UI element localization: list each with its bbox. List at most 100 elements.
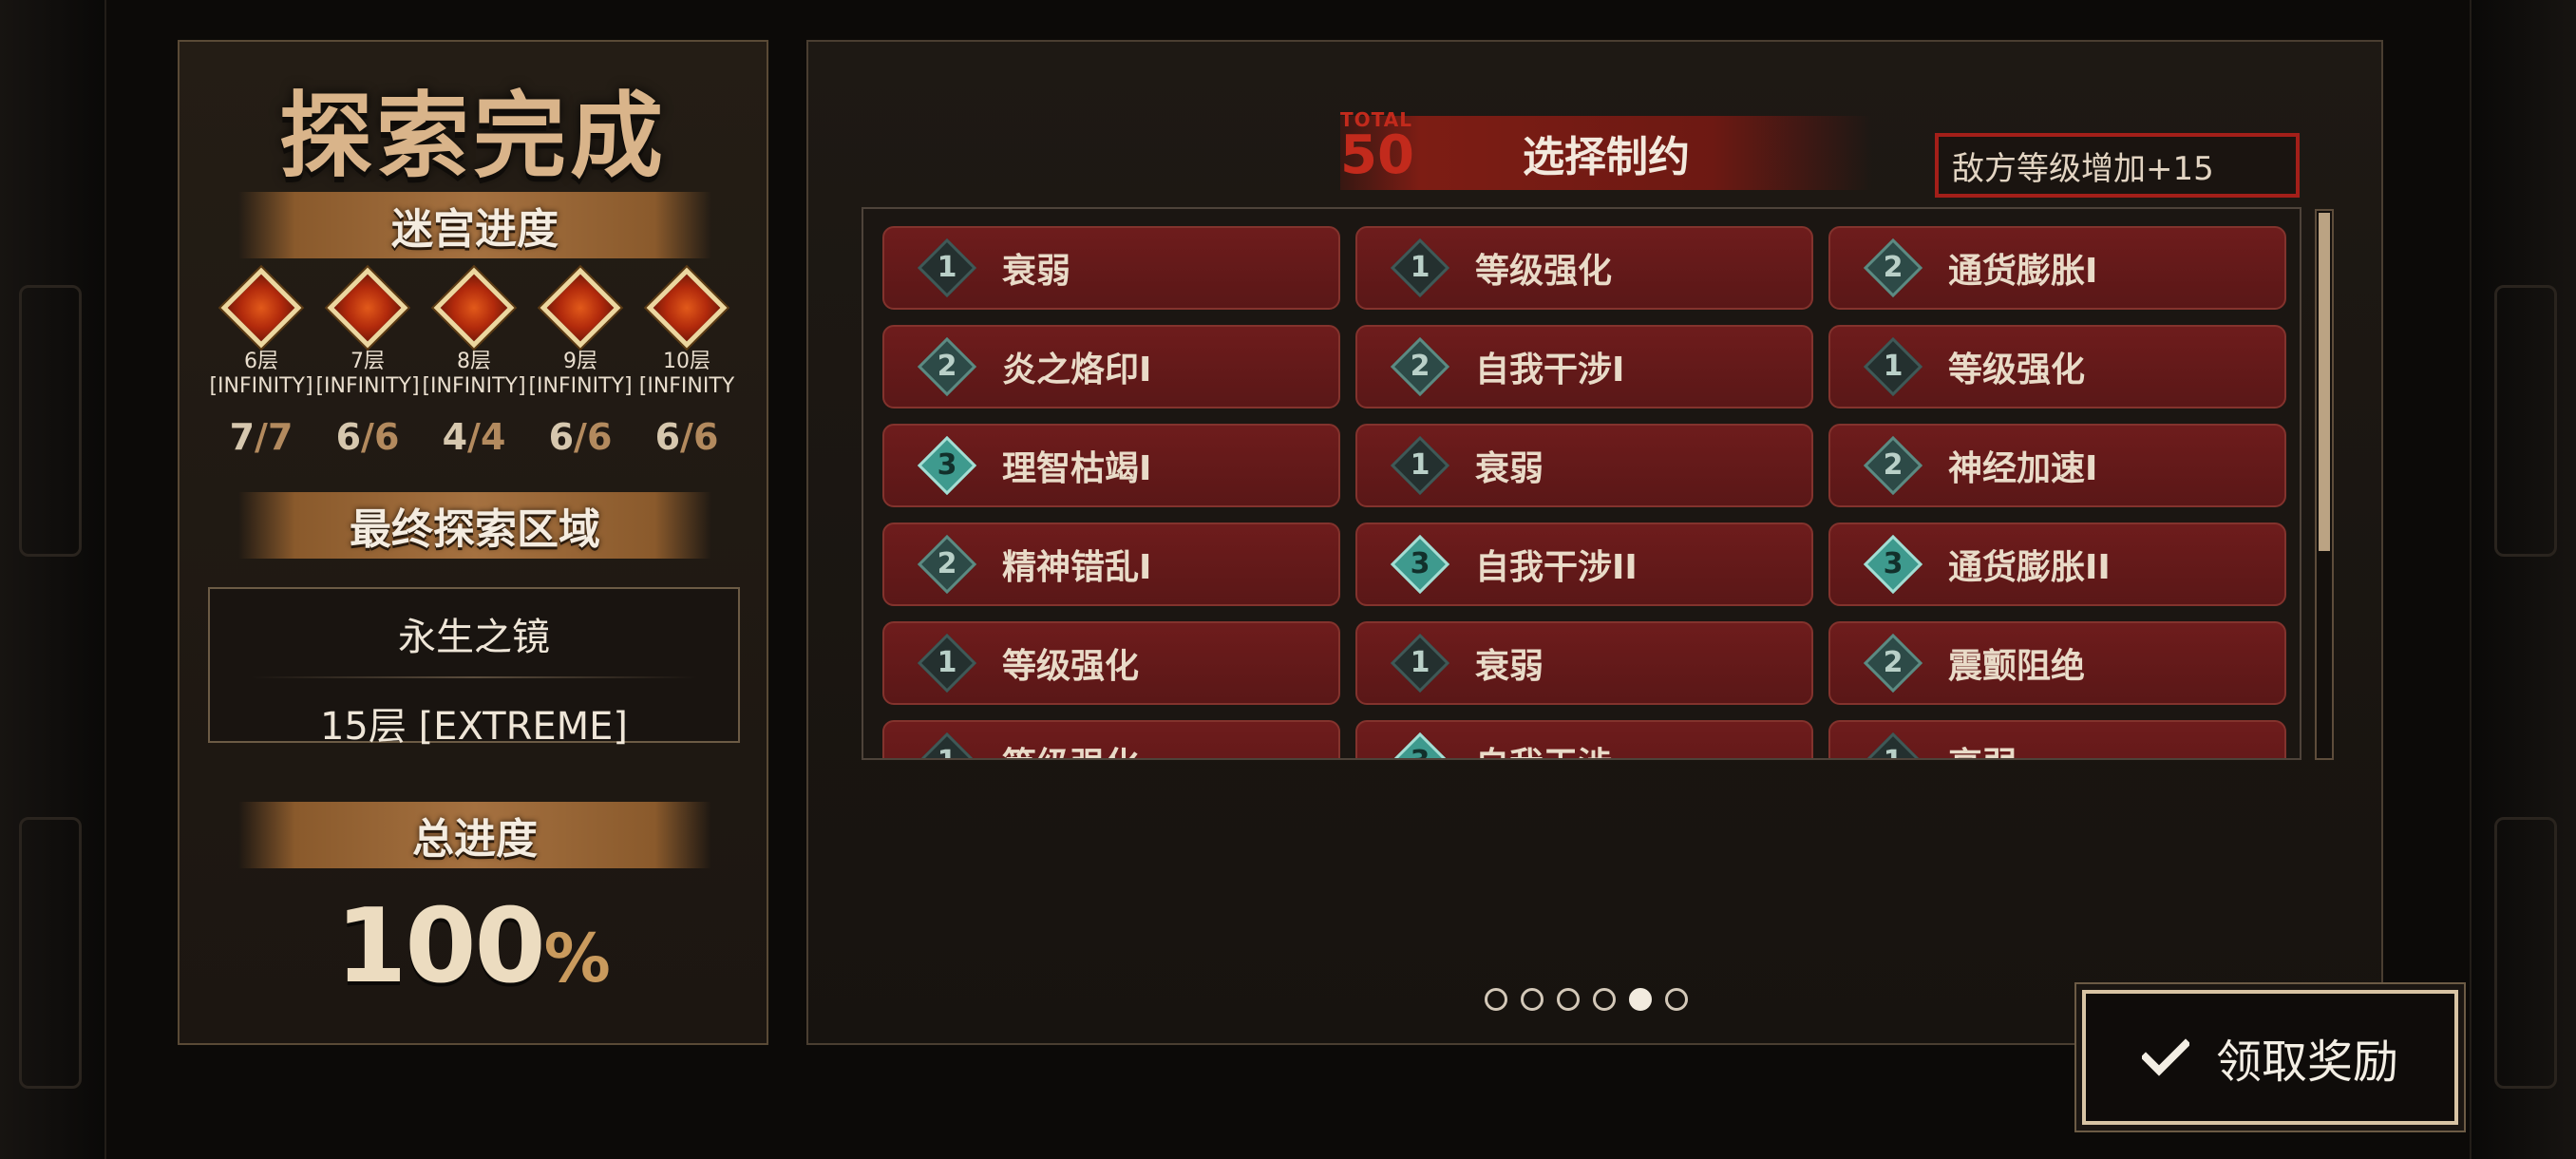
restriction-card[interactable]: 2 震颤阻绝 [1828, 621, 2286, 705]
restriction-card[interactable]: 1 衰弱 [1828, 720, 2286, 758]
final-area-floor: 15层 [EXTREME] [319, 705, 629, 749]
restriction-level: 2 [1883, 646, 1904, 679]
restriction-card[interactable]: 2 炎之烙印I [882, 325, 1340, 408]
page-dot[interactable] [1665, 988, 1688, 1011]
page-dot[interactable] [1521, 988, 1544, 1011]
restriction-level: 2 [937, 547, 957, 580]
restriction-card[interactable]: 1 等级强化 [882, 720, 1340, 758]
exploration-summary-panel: 探索完成 迷宫进度 6层 [INFINITY] 7/7 7层 [INFINITY… [178, 40, 768, 1045]
restriction-grid[interactable]: 1 衰弱 1 等级强化 2 通货膨胀I 2 炎之烙印I 2 自我干涉I 1 等级强化 3 理智枯竭I 1 衰弱… [862, 207, 2301, 760]
restriction-label: 理智枯竭I [1002, 449, 1152, 488]
frame-notch [2494, 285, 2557, 557]
select-restriction-title: 选择制约 [1523, 133, 1690, 181]
floor-slash: / [467, 416, 481, 458]
restriction-level: 1 [1410, 251, 1430, 284]
total-value: 50 [1340, 124, 1414, 186]
floor-progress-list: 6层 [INFINITY] 7/7 7层 [INFINITY] 6/6 8层 [… [208, 267, 740, 458]
restriction-card-list: 1 衰弱 1 等级强化 2 通货膨胀I 2 炎之烙印I 2 自我干涉I 1 等级强化 3 理智枯竭I 1 衰弱… [882, 226, 2288, 758]
restriction-label: 衰弱 [1475, 449, 1544, 488]
page-dot[interactable] [1557, 988, 1580, 1011]
divider [251, 676, 697, 678]
restriction-card[interactable]: 2 精神错乱I [882, 522, 1340, 606]
final-area-label: 最终探索区域 [350, 505, 600, 554]
scrollbar[interactable] [2315, 209, 2334, 760]
floor-total: 4 [480, 416, 506, 458]
restriction-label: 等级强化 [1475, 252, 1613, 291]
enemy-level-box: 敌方等级增加+15 [1935, 133, 2300, 198]
restriction-card[interactable]: 3 自我干涉II [1355, 522, 1813, 606]
page-dot[interactable] [1593, 988, 1616, 1011]
frame-notch [19, 285, 82, 557]
floor-total: 7 [267, 416, 294, 458]
floor-name: 8层 [457, 350, 491, 373]
frame-notch [19, 817, 82, 1089]
labyrinth-progress-label: 迷宫进度 [391, 205, 559, 254]
floor-item: 10层 [INFINITY 6/6 [634, 267, 740, 458]
floor-done: 7 [229, 416, 256, 458]
floor-difficulty: [INFINITY] [209, 374, 313, 398]
floor-done: 6 [548, 416, 575, 458]
restriction-label: 震颤阻绝 [1948, 647, 2086, 686]
restriction-card[interactable]: 1 等级强化 [1355, 226, 1813, 310]
page-indicator [1485, 988, 1688, 1011]
floor-count: 6/6 [527, 416, 634, 458]
restriction-level: 2 [937, 350, 957, 383]
restriction-level: 1 [937, 251, 957, 284]
restriction-card[interactable]: 2 自我干涉I [1355, 325, 1813, 408]
restriction-card[interactable]: 2 神经加速I [1828, 424, 2286, 507]
total-progress: 100% [180, 887, 767, 1006]
scrollbar-thumb[interactable] [2319, 213, 2330, 551]
restriction-level: 1 [1410, 646, 1430, 679]
total-progress-value: 100 [335, 887, 545, 1006]
restriction-label: 衰弱 [1948, 737, 2017, 758]
floor-slash: / [680, 416, 693, 458]
floor-item: 6层 [INFINITY] 7/7 [208, 267, 314, 458]
restriction-level: 3 [1883, 547, 1904, 580]
restriction-level: 2 [1883, 251, 1904, 284]
final-area-banner: 最终探索区域 [238, 492, 711, 559]
restriction-level: 3 [937, 448, 957, 482]
restriction-label: 神经加速I [1948, 449, 2098, 488]
floor-diamond-icon [646, 267, 728, 349]
restriction-card[interactable]: 1 衰弱 [882, 226, 1340, 310]
floor-count: 7/7 [208, 416, 314, 458]
select-restriction-banner: 选择制约 [1340, 116, 1872, 190]
total-score: TOTAL 50 [1340, 108, 1414, 186]
floor-slash: / [574, 416, 587, 458]
claim-reward-button[interactable]: 领取奖励 [2082, 990, 2458, 1125]
page-dot[interactable] [1629, 988, 1652, 1011]
floor-item: 9层 [INFINITY] 6/6 [527, 267, 634, 458]
frame-notch [2494, 817, 2557, 1089]
restriction-level: 3 [1410, 547, 1430, 580]
restriction-label: 通货膨胀I [1948, 252, 2098, 291]
restriction-card[interactable]: 3 通货膨胀II [1828, 522, 2286, 606]
restriction-level: 1 [1883, 350, 1904, 383]
restriction-label: 精神错乱I [1002, 548, 1152, 587]
floor-diamond-icon [433, 267, 515, 349]
restriction-label: 衰弱 [1002, 252, 1071, 291]
restriction-card[interactable]: 1 等级强化 [882, 621, 1340, 705]
floor-difficulty: [INFINITY [638, 374, 735, 398]
floor-slash: / [255, 416, 268, 458]
floor-item: 7层 [INFINITY] 6/6 [314, 267, 421, 458]
restriction-label: 自我干涉 [1475, 737, 1612, 758]
floor-difficulty: [INFINITY] [528, 374, 633, 398]
restriction-select-panel: 选择制约 TOTAL 50 敌方等级增加+15 1 衰弱 1 等级强化 2 通货膨胀I 2 炎… [806, 40, 2383, 1045]
restriction-label: 通货膨胀II [1948, 548, 2111, 587]
restriction-card[interactable]: 3 自我干涉 [1355, 720, 1813, 758]
floor-difficulty: [INFINITY] [422, 374, 526, 398]
restriction-card[interactable]: 3 理智枯竭I [882, 424, 1340, 507]
final-area-box: 永生之镜 15层 [EXTREME] [208, 587, 740, 749]
floor-count: 6/6 [314, 416, 421, 458]
restriction-card[interactable]: 1 衰弱 [1355, 621, 1813, 705]
restriction-label: 自我干涉II [1475, 548, 1638, 587]
restriction-label: 炎之烙印I [1002, 351, 1152, 390]
restriction-card[interactable]: 1 等级强化 [1828, 325, 2286, 408]
restriction-card[interactable]: 2 通货膨胀I [1828, 226, 2286, 310]
restriction-label: 等级强化 [1948, 351, 2086, 390]
restriction-card[interactable]: 1 衰弱 [1355, 424, 1813, 507]
restriction-label: 自我干涉I [1475, 351, 1625, 390]
restriction-level: 1 [1410, 448, 1430, 482]
floor-name: 7层 [350, 350, 385, 373]
page-dot[interactable] [1485, 988, 1507, 1011]
